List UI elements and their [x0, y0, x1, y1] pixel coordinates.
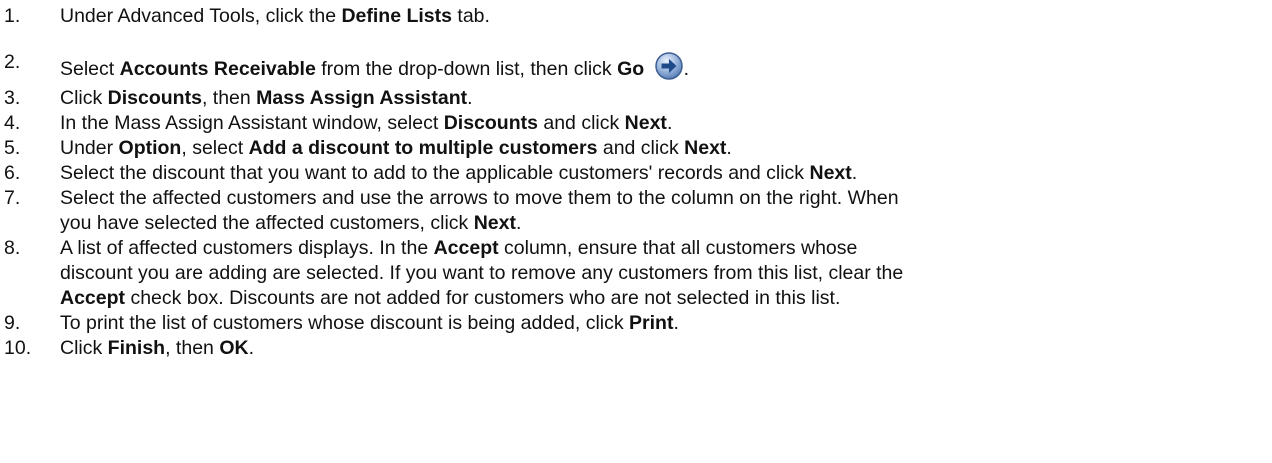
- ui-term: Accounts Receivable: [119, 58, 316, 80]
- step-number: 10.: [4, 337, 32, 359]
- ui-term: Next: [809, 162, 852, 184]
- go-arrow-icon: [654, 51, 684, 81]
- ui-term: Accept: [60, 287, 126, 309]
- ui-term: Next: [473, 212, 516, 234]
- ui-term: Next: [684, 137, 727, 159]
- ui-term: Option: [118, 137, 182, 159]
- step-text: Click Finish, then OK.: [60, 337, 254, 359]
- instruction-steps: 1. Under Advanced Tools, click the Defin…: [0, 0, 1272, 463]
- step-number: 5.: [4, 137, 21, 159]
- step-text: Accept check box. Discounts are not adde…: [60, 287, 841, 309]
- ui-term: Mass Assign Assistant: [256, 87, 468, 109]
- step-text: To print the list of customers whose dis…: [60, 312, 679, 334]
- step-text: In the Mass Assign Assistant window, sel…: [60, 112, 673, 134]
- ui-term: Next: [624, 112, 667, 134]
- step-number: 4.: [4, 112, 21, 134]
- step-text: A list of affected customers displays. I…: [60, 237, 858, 259]
- step-text: you have selected the affected customers…: [60, 212, 522, 234]
- step-text: Select the discount that you want to add…: [60, 162, 858, 184]
- step-text: Under Advanced Tools, click the Define L…: [60, 5, 490, 27]
- step-text: Select Accounts Receivable from the drop…: [60, 51, 689, 81]
- ui-term: Define Lists: [341, 5, 452, 27]
- step-number: 9.: [4, 312, 21, 334]
- ui-term: Finish: [107, 337, 166, 359]
- ui-term: Discounts: [443, 112, 538, 134]
- step-number: 8.: [4, 237, 21, 259]
- step-number: 2.: [4, 51, 21, 73]
- step-text: Select the affected customers and use th…: [60, 187, 899, 209]
- ui-term: OK: [219, 337, 249, 359]
- step-number: 7.: [4, 187, 21, 209]
- ui-term: Print: [629, 312, 674, 334]
- step-text: Under Option, select Add a discount to m…: [60, 137, 732, 159]
- step-number: 1.: [4, 5, 21, 27]
- ui-term: Go: [617, 58, 645, 80]
- ui-term: Accept: [433, 237, 499, 259]
- step-number: 6.: [4, 162, 21, 184]
- step-text: discount you are adding are selected. If…: [60, 262, 904, 284]
- ui-term: Discounts: [107, 87, 202, 109]
- step-text: Click Discounts, then Mass Assign Assist…: [60, 87, 473, 109]
- ui-term: Add a discount to multiple customers: [248, 137, 598, 159]
- step-number: 3.: [4, 87, 21, 109]
